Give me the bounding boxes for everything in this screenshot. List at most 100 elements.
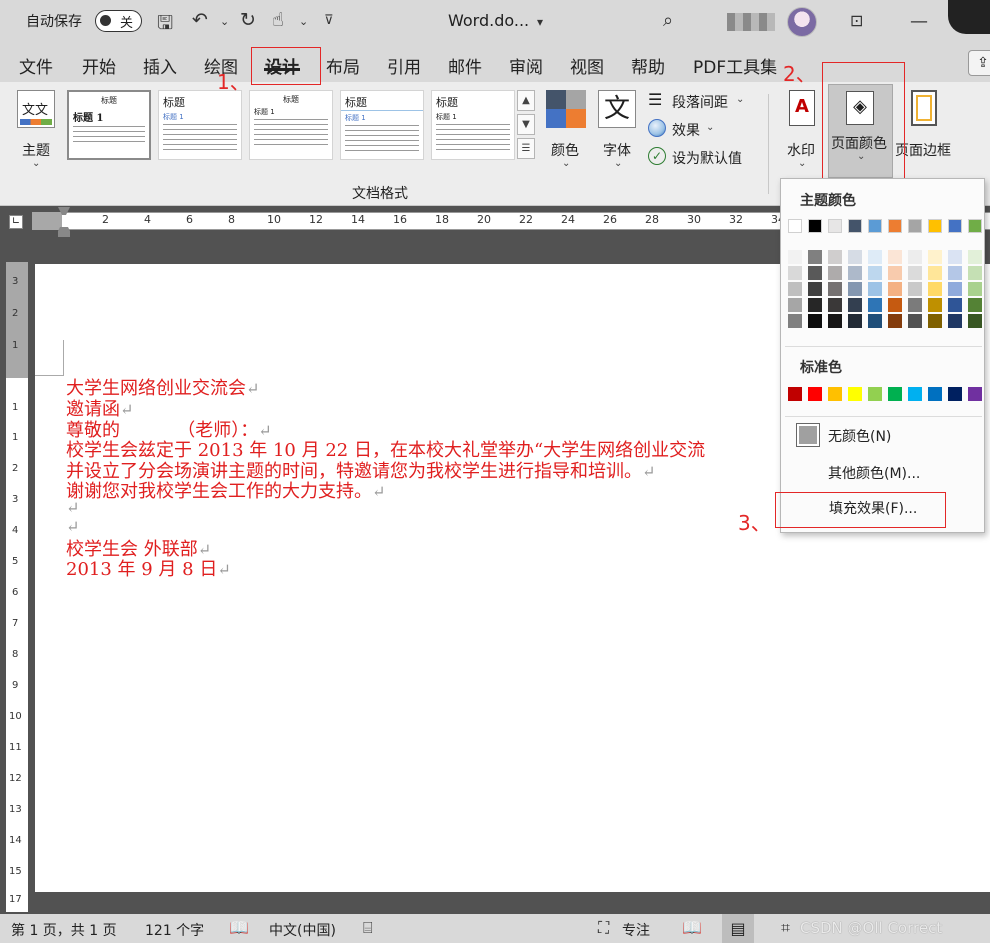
accessibility-icon[interactable]: ⌸ [363, 918, 373, 938]
standard-color-swatch[interactable] [928, 387, 942, 401]
theme-shade-swatch[interactable] [888, 250, 902, 264]
theme-shade-swatch[interactable] [848, 266, 862, 280]
theme-shade-swatch[interactable] [928, 282, 942, 296]
theme-shade-swatch[interactable] [828, 314, 842, 328]
style-gallery-item-4[interactable]: 标题 标题 1 [340, 90, 424, 160]
theme-shade-swatch[interactable] [968, 298, 982, 312]
read-mode-icon[interactable]: 📖 [682, 918, 702, 937]
undo-icon[interactable]: ↶ [192, 9, 208, 31]
tab-insert[interactable]: 插入 [143, 53, 177, 78]
theme-shade-swatch[interactable] [788, 298, 802, 312]
set-as-default-button[interactable]: ✓ 设为默认值 [648, 146, 758, 168]
fonts-button[interactable]: 文 字体 ⌄ [597, 90, 639, 172]
theme-shade-swatch[interactable] [968, 266, 982, 280]
gallery-scroll-down-icon[interactable]: ▼ [517, 114, 535, 135]
style-gallery-item-2[interactable]: 标题 标题 1 [158, 90, 242, 160]
theme-shade-swatch[interactable] [848, 314, 862, 328]
themes-button[interactable]: 文文 主题 ⌄ [15, 90, 59, 170]
theme-shade-swatch[interactable] [808, 314, 822, 328]
tab-file[interactable]: 文件 [19, 53, 53, 78]
tab-selector-icon[interactable]: ∟ [9, 215, 23, 229]
gallery-scroll-up-icon[interactable]: ▲ [517, 90, 535, 111]
gallery-more-icon[interactable]: ☰ [517, 138, 535, 159]
search-icon[interactable]: ⌕ [663, 10, 673, 31]
theme-shade-swatch[interactable] [948, 250, 962, 264]
standard-color-swatch[interactable] [968, 387, 982, 401]
touch-dropdown-chevron-icon[interactable]: ⌄ [299, 15, 308, 28]
web-layout-icon[interactable]: ⌗ [781, 918, 790, 938]
standard-color-swatch[interactable] [948, 387, 962, 401]
standard-color-swatch[interactable] [848, 387, 862, 401]
theme-shade-swatch[interactable] [868, 314, 882, 328]
theme-shade-swatch[interactable] [868, 282, 882, 296]
theme-color-swatch[interactable] [788, 219, 802, 233]
theme-shade-swatch[interactable] [808, 298, 822, 312]
tab-references[interactable]: 引用 [387, 53, 421, 78]
tab-mailings[interactable]: 邮件 [448, 53, 482, 78]
touch-mode-icon[interactable]: ☝ [272, 9, 284, 31]
theme-shade-swatch[interactable] [828, 282, 842, 296]
theme-shade-swatch[interactable] [888, 314, 902, 328]
theme-shade-swatch[interactable] [808, 282, 822, 296]
theme-shade-swatch[interactable] [828, 298, 842, 312]
theme-shade-swatch[interactable] [928, 314, 942, 328]
theme-shade-swatch[interactable] [928, 266, 942, 280]
theme-color-swatch[interactable] [808, 219, 822, 233]
word-count[interactable]: 121 个字 [145, 920, 204, 940]
theme-shade-swatch[interactable] [788, 266, 802, 280]
standard-color-swatch[interactable] [888, 387, 902, 401]
tab-pdf-tools[interactable]: PDF工具集 [693, 53, 777, 78]
share-icon[interactable]: ⇪ [968, 50, 990, 76]
theme-shade-swatch[interactable] [908, 314, 922, 328]
standard-color-swatch[interactable] [808, 387, 822, 401]
no-color-item[interactable]: 无颜色(N) [781, 420, 984, 450]
theme-shade-swatch[interactable] [808, 250, 822, 264]
doc-line-empty[interactable]: ↵ [66, 516, 79, 537]
standard-color-swatch[interactable] [828, 387, 842, 401]
style-gallery-item-1[interactable]: 标题 标题 1 [67, 90, 151, 160]
theme-shade-swatch[interactable] [888, 282, 902, 296]
save-icon[interactable]: 🖫 [157, 9, 173, 41]
undo-dropdown-chevron-icon[interactable]: ⌄ [220, 15, 229, 28]
effects-button[interactable]: 效果 ⌄ [648, 118, 728, 140]
theme-color-swatch[interactable] [848, 219, 862, 233]
ribbon-display-options-icon[interactable]: ⊡ [850, 11, 863, 30]
autosave-toggle[interactable]: 关 [95, 10, 142, 32]
theme-shade-swatch[interactable] [948, 298, 962, 312]
paragraph-spacing-button[interactable]: ☰ 段落间距 ⌄ [648, 90, 758, 112]
theme-shade-swatch[interactable] [848, 298, 862, 312]
theme-shade-swatch[interactable] [848, 250, 862, 264]
user-avatar[interactable] [787, 7, 817, 37]
theme-shade-swatch[interactable] [968, 282, 982, 296]
focus-icon[interactable]: ⛶ [598, 918, 609, 938]
theme-color-swatch[interactable] [948, 219, 962, 233]
style-gallery-item-5[interactable]: 标题 标题 1 [431, 90, 515, 160]
doc-line-empty[interactable]: ↵ [66, 497, 79, 518]
style-gallery-item-3[interactable]: 标题 标题 1 [249, 90, 333, 160]
theme-color-swatch[interactable] [868, 219, 882, 233]
print-layout-icon[interactable]: ▤ [722, 914, 754, 943]
colors-button[interactable]: 颜色 ⌄ [544, 90, 588, 172]
page-count[interactable]: 第 1 页，共 1 页 [11, 920, 117, 940]
doc-line-body-3[interactable]: 谢谢您对我校学生会工作的大力支持。↵ [66, 477, 385, 503]
theme-shade-swatch[interactable] [908, 298, 922, 312]
theme-shade-swatch[interactable] [808, 266, 822, 280]
standard-color-swatch[interactable] [908, 387, 922, 401]
theme-shade-swatch[interactable] [948, 266, 962, 280]
proofing-icon[interactable]: 📖 [229, 918, 249, 937]
minimize-icon[interactable]: — [910, 11, 928, 32]
theme-shade-swatch[interactable] [868, 298, 882, 312]
theme-shade-swatch[interactable] [828, 250, 842, 264]
theme-shade-swatch[interactable] [908, 250, 922, 264]
theme-shade-swatch[interactable] [868, 250, 882, 264]
theme-color-swatch[interactable] [908, 219, 922, 233]
tab-help[interactable]: 帮助 [631, 53, 665, 78]
watermark-button[interactable]: A 水印 ⌄ [784, 90, 822, 176]
theme-shade-swatch[interactable] [928, 298, 942, 312]
theme-color-swatch[interactable] [888, 219, 902, 233]
theme-shade-swatch[interactable] [868, 266, 882, 280]
theme-shade-swatch[interactable] [908, 266, 922, 280]
doc-line-date[interactable]: 2013 年 9 月 8 日↵ [66, 555, 231, 581]
theme-color-swatch[interactable] [928, 219, 942, 233]
theme-shade-swatch[interactable] [928, 250, 942, 264]
